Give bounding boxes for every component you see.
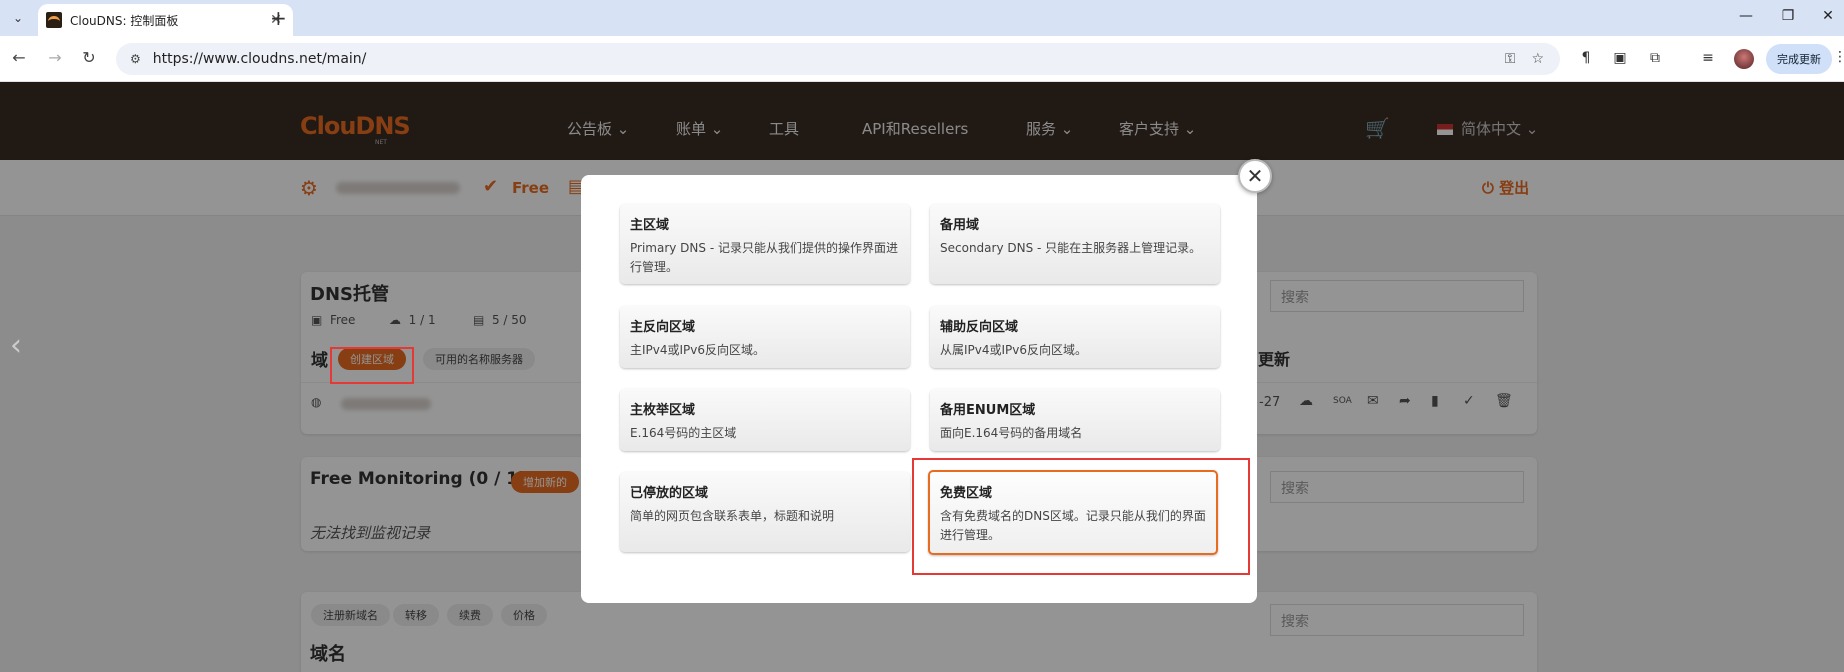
option-desc: 面向E.164号码的备用域名 <box>940 426 1083 440</box>
option-primary-zone[interactable]: 主区域 Primary DNS - 记录只能从我们提供的操作界面进行管理。 <box>620 204 910 284</box>
forward-icon[interactable]: → <box>44 48 66 67</box>
minimize-icon[interactable]: — <box>1736 8 1756 24</box>
tab-title: ClouDNS: 控制面板 <box>70 13 179 28</box>
browser-tab-bar: ⌄ ClouDNS: 控制面板 ✕ + — ❐ ✕ <box>0 0 1844 36</box>
option-secondary-enum-zone[interactable]: 备用ENUM区域 面向E.164号码的备用域名 <box>930 389 1220 451</box>
close-window-icon[interactable]: ✕ <box>1818 8 1838 24</box>
option-title: 主区域 <box>630 218 670 233</box>
option-parked-zone[interactable]: 已停放的区域 简单的网页包含联系表单，标题和说明 <box>620 472 910 552</box>
option-title: 备用域 <box>940 218 980 233</box>
restore-icon[interactable]: ❐ <box>1778 8 1798 24</box>
store-extension-icon[interactable]: ▣ <box>1610 50 1630 66</box>
option-title: 主枚举区域 <box>630 403 696 418</box>
profile-avatar[interactable] <box>1734 49 1754 69</box>
address-bar[interactable]: ⚙ https://www.cloudns.net/main/ ⚿ ☆ <box>116 43 1560 75</box>
new-tab-icon[interactable]: + <box>270 7 287 29</box>
option-primary-enum-zone[interactable]: 主枚举区域 E.164号码的主区域 <box>620 389 910 451</box>
option-desc: 主IPv4或IPv6反向区域。 <box>630 343 766 357</box>
option-title: 已停放的区域 <box>630 486 709 501</box>
close-modal-icon[interactable]: ✕ <box>1238 159 1272 193</box>
url-text: https://www.cloudns.net/main/ <box>152 51 367 67</box>
option-secondary-zone[interactable]: 备用域 Secondary DNS - 只能在主服务器上管理记录。 <box>930 204 1220 284</box>
tab-search-dropdown-icon[interactable]: ⌄ <box>6 6 30 30</box>
cloudns-favicon-icon <box>46 12 62 28</box>
option-primary-reverse-zone[interactable]: 主反向区域 主IPv4或IPv6反向区域。 <box>620 306 910 368</box>
option-desc: 简单的网页包含联系表单，标题和说明 <box>630 509 835 523</box>
reload-icon[interactable]: ↻ <box>78 48 100 67</box>
reading-list-icon[interactable]: ≡ <box>1698 50 1718 66</box>
password-key-icon[interactable]: ⚿ <box>1505 51 1516 67</box>
create-zone-highlight-box <box>330 347 414 384</box>
option-secondary-reverse-zone[interactable]: 辅助反向区域 从属IPv4或IPv6反向区域。 <box>930 306 1220 368</box>
browser-toolbar: ← → ↻ ⚙ https://www.cloudns.net/main/ ⚿ … <box>0 36 1844 82</box>
browser-tab[interactable]: ClouDNS: 控制面板 ✕ <box>38 4 293 36</box>
site-info-icon[interactable]: ⚙ <box>130 52 141 66</box>
option-desc: E.164号码的主区域 <box>630 426 737 440</box>
carousel-prev-icon[interactable]: ‹ <box>10 328 22 363</box>
option-desc: Secondary DNS - 只能在主服务器上管理记录。 <box>940 241 1202 255</box>
option-desc: Primary DNS - 记录只能从我们提供的操作界面进行管理。 <box>630 241 898 274</box>
free-zone-highlight-box <box>912 458 1250 575</box>
browser-menu-icon[interactable]: ⋮ <box>1833 49 1844 65</box>
option-title: 辅助反向区域 <box>940 320 1019 335</box>
back-icon[interactable]: ← <box>8 48 30 67</box>
option-title: 备用ENUM区域 <box>940 403 1036 418</box>
update-button[interactable]: 完成更新 <box>1766 44 1832 74</box>
extensions-puzzle-icon[interactable]: ⧉ <box>1645 50 1665 66</box>
bookmark-star-icon[interactable]: ☆ <box>1531 51 1544 67</box>
option-title: 主反向区域 <box>630 320 696 335</box>
paragraph-extension-icon[interactable]: ¶ <box>1576 50 1596 66</box>
option-desc: 从属IPv4或IPv6反向区域。 <box>940 343 1088 357</box>
